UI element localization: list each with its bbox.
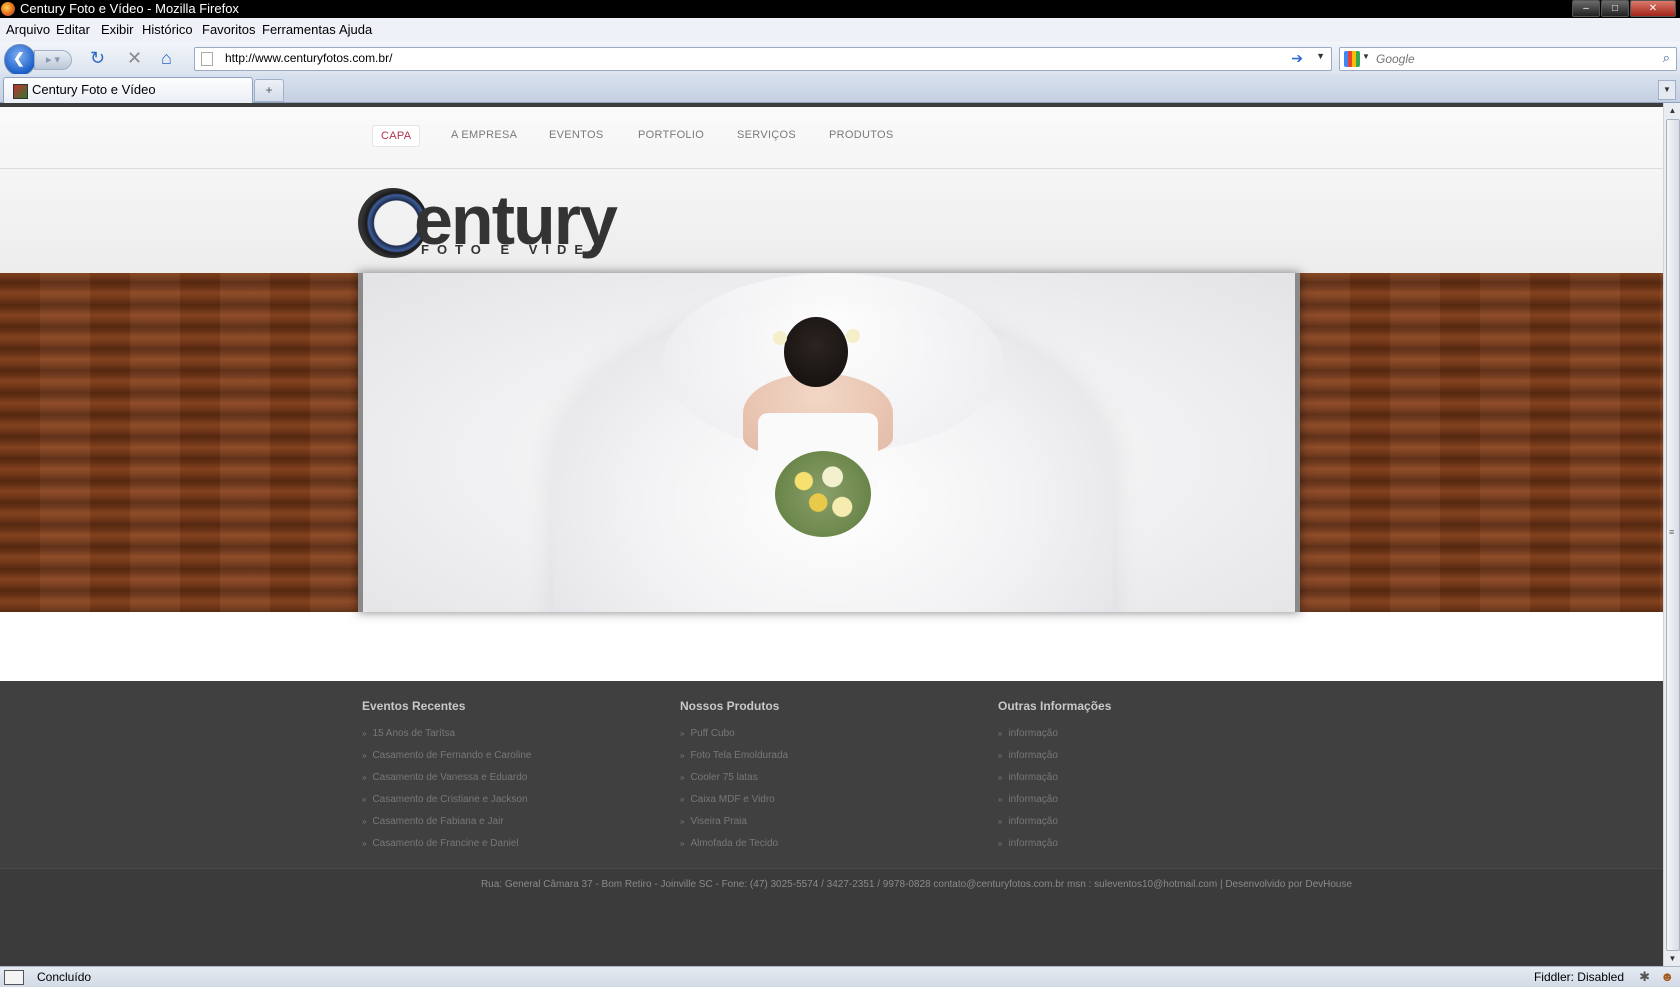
maximize-button[interactable]: □ — [1601, 0, 1629, 17]
footer-col-produtos: Nossos Produtos Puff Cubo Foto Tela Emol… — [680, 699, 788, 855]
footer-heading: Nossos Produtos — [680, 699, 780, 713]
search-engine-dropdown-icon[interactable]: ▼ — [1362, 52, 1370, 61]
footer-link[interactable]: Foto Tela Emoldurada — [680, 745, 788, 767]
footer-col-eventos: Eventos Recentes 15 Anos de Tarítsa Casa… — [362, 699, 531, 855]
footer-link[interactable]: Casamento de Fernando e Caroline — [362, 745, 531, 767]
window-controls: – □ ✕ — [1571, 0, 1676, 17]
menu-exibir[interactable]: Exibir — [101, 22, 134, 37]
hero-banner — [0, 273, 1663, 612]
nav-capa[interactable]: CAPA — [372, 125, 421, 147]
footer-link[interactable]: Casamento de Cristiane e Jackson — [362, 789, 531, 811]
footer-col-outras: Outras Informações informação informação… — [998, 699, 1111, 855]
site-nav: CAPA A EMPRESA EVENTOS PORTFOLIO SERVIÇO… — [0, 111, 1663, 169]
nav-eventos[interactable]: EVENTOS — [541, 125, 611, 145]
tab-century[interactable]: Century Foto e Vídeo — [3, 77, 253, 103]
search-input[interactable] — [1374, 50, 1648, 68]
menu-ajuda[interactable]: Ajuda — [339, 22, 372, 37]
address-bar[interactable]: http://www.centuryfotos.com.br/ ➔ ▼ — [194, 47, 1332, 71]
hair-flower-shape — [846, 329, 860, 343]
page-viewport: CAPA A EMPRESA EVENTOS PORTFOLIO SERVIÇO… — [0, 103, 1663, 966]
site-footer: Eventos Recentes 15 Anos de Tarítsa Casa… — [0, 681, 1663, 966]
footer-link[interactable]: informação — [998, 789, 1111, 811]
close-button[interactable]: ✕ — [1630, 0, 1676, 17]
nav-portfolio[interactable]: PORTFOLIO — [630, 125, 712, 145]
footer-link[interactable]: Almofada de Tecido — [680, 833, 788, 855]
footer-link[interactable]: Casamento de Fabiana e Jair — [362, 811, 531, 833]
home-icon[interactable]: ⌂ — [161, 48, 172, 69]
footer-link[interactable]: Puff Cubo — [680, 723, 788, 745]
status-text: Concluído — [37, 970, 92, 984]
footer-heading: Outras Informações — [998, 699, 1112, 713]
footer-link[interactable]: informação — [998, 723, 1111, 745]
nav-a-empresa[interactable]: A EMPRESA — [443, 125, 525, 145]
firefox-icon — [1, 2, 15, 16]
new-tab-button[interactable]: + — [254, 79, 284, 102]
stop-icon[interactable]: ✕ — [127, 48, 142, 69]
nav-produtos[interactable]: PRODUTOS — [821, 125, 902, 145]
scroll-down-arrow-icon[interactable]: ▼ — [1664, 951, 1680, 966]
tab-bar: Century Foto e Vídeo + ▼ — [0, 74, 1680, 103]
fiddler-status[interactable]: Fiddler: Disabled — [1534, 970, 1624, 984]
footer-link[interactable]: Casamento de Francine e Daniel — [362, 833, 531, 855]
site-favicon-icon — [13, 84, 28, 99]
scroll-up-arrow-icon[interactable]: ▲ — [1664, 103, 1680, 118]
menu-bar: Arquivo Editar Exibir Histórico Favorito… — [0, 18, 1680, 42]
history-dropdown-icon[interactable]: ▼ — [1316, 51, 1325, 61]
footer-link[interactable]: Viseira Praia — [680, 811, 788, 833]
hair-flower-shape — [773, 331, 787, 345]
footer-contact-line: Rua: General Câmara 37 - Bom Retiro - Jo… — [480, 879, 1353, 890]
site-logo[interactable]: entury FOTO E VÍDEO — [358, 181, 618, 266]
navigation-toolbar: ▸ ▾ ↻ ✕ ⌂ http://www.centuryfotos.com.br… — [0, 42, 1680, 76]
footer-link[interactable]: informação — [998, 767, 1111, 789]
status-bar: Concluído Fiddler: Disabled ✱ ☻ — [0, 966, 1680, 987]
footer-link[interactable]: informação — [998, 833, 1111, 855]
vertical-scrollbar[interactable]: ▲ ≡ ▼ — [1663, 103, 1680, 966]
nav-servicos[interactable]: SERVIÇOS — [729, 125, 804, 145]
back-button[interactable] — [4, 44, 36, 76]
page-icon — [201, 52, 213, 66]
footer-link[interactable]: Casamento de Vanessa e Eduardo — [362, 767, 531, 789]
menu-ferramentas[interactable]: Ferramentas — [262, 22, 336, 37]
footer-bottom-bar: Rua: General Câmara 37 - Bom Retiro - Jo… — [0, 868, 1663, 966]
site-header: CAPA A EMPRESA EVENTOS PORTFOLIO SERVIÇO… — [0, 107, 1663, 273]
footer-link[interactable]: 15 Anos de Tarítsa — [362, 723, 531, 745]
menu-editar[interactable]: Editar — [56, 22, 90, 37]
extension-person-icon[interactable]: ☻ — [1660, 969, 1674, 984]
footer-link[interactable]: informação — [998, 811, 1111, 833]
menu-favoritos[interactable]: Favoritos — [202, 22, 255, 37]
window-title: Century Foto e Vídeo - Mozilla Firefox — [20, 1, 239, 16]
connection-icon — [4, 970, 24, 985]
footer-link[interactable]: Caixa MDF e Vidro — [680, 789, 788, 811]
menu-arquivo[interactable]: Arquivo — [6, 22, 50, 37]
bouquet-shape — [775, 451, 871, 537]
minimize-button[interactable]: – — [1572, 0, 1600, 17]
tab-list-dropdown-icon[interactable]: ▼ — [1658, 80, 1676, 100]
hero-photo — [358, 273, 1300, 612]
footer-link[interactable]: Cooler 75 latas — [680, 767, 788, 789]
search-icon[interactable]: ⌕ — [1663, 50, 1670, 66]
forward-button[interactable]: ▸ ▾ — [34, 50, 72, 70]
bride-head-shape — [784, 317, 848, 387]
menu-historico[interactable]: Histórico — [142, 22, 193, 37]
footer-heading: Eventos Recentes — [362, 699, 466, 713]
google-icon[interactable] — [1344, 51, 1360, 67]
reload-icon[interactable]: ↻ — [90, 48, 105, 69]
footer-link[interactable]: informação — [998, 745, 1111, 767]
url-text[interactable]: http://www.centuryfotos.com.br/ — [225, 51, 392, 65]
scroll-grip-icon: ≡ — [1669, 527, 1675, 537]
window-title-bar: Century Foto e Vídeo - Mozilla Firefox –… — [0, 0, 1680, 18]
extension-gear-icon[interactable]: ✱ — [1639, 969, 1650, 985]
search-box[interactable]: ▼ ⌕ — [1339, 47, 1677, 71]
tab-label: Century Foto e Vídeo — [32, 82, 156, 97]
go-arrow-icon[interactable]: ➔ — [1291, 50, 1303, 67]
logo-tagline: FOTO E VÍDEO — [421, 242, 610, 257]
